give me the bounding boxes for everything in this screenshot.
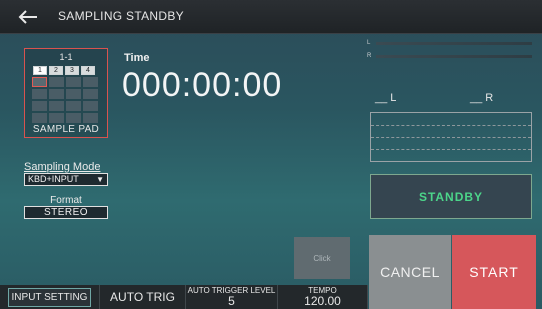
time-display: 000:00:00	[122, 66, 283, 104]
tempo-control[interactable]: TEMPO 120.00	[278, 285, 368, 309]
pad-cell[interactable]	[66, 101, 81, 111]
bottom-bar: INPUT SETTING AUTO TRIG AUTO TRIGGER LEV…	[0, 285, 368, 309]
level-line	[371, 125, 531, 126]
format-label: Format	[50, 195, 82, 206]
sample-pad-selector[interactable]: 1-1 1 2 3 4 SAMPLE PAD	[24, 48, 108, 138]
pad-cell[interactable]	[32, 89, 47, 99]
pad-bank-tabs: 1 2 3 4	[33, 66, 95, 75]
pad-cell[interactable]	[83, 113, 98, 123]
meter-bar-r	[376, 55, 532, 58]
back-arrow-icon	[18, 10, 37, 24]
auto-trigger-level-control[interactable]: AUTO TRIGGER LEVEL 5	[186, 285, 278, 309]
pad-tab-1[interactable]: 1	[33, 66, 47, 75]
sampling-mode-select[interactable]: KBD+INPUT ▼	[24, 173, 108, 186]
auto-trig-button[interactable]: AUTO TRIG	[100, 285, 186, 309]
standby-status: STANDBY	[370, 174, 532, 219]
pad-grid	[32, 77, 100, 124]
sampling-mode-value: KBD+INPUT	[28, 174, 79, 184]
pad-tab-2[interactable]: 2	[49, 66, 63, 75]
pad-cell[interactable]	[49, 89, 64, 99]
pad-cell[interactable]	[83, 77, 98, 87]
page-title: SAMPLING STANDBY	[58, 9, 184, 23]
level-display	[370, 112, 532, 162]
pad-cell-selected[interactable]	[32, 77, 47, 87]
click-button[interactable]: Click	[294, 237, 350, 279]
sampling-mode-label: Sampling Mode	[24, 161, 101, 173]
back-button[interactable]	[10, 4, 46, 30]
pad-cell[interactable]	[83, 101, 98, 111]
pad-cell[interactable]	[83, 89, 98, 99]
sample-pad-label: SAMPLE PAD	[32, 124, 100, 135]
top-bar: SAMPLING STANDBY	[0, 0, 542, 34]
meter-channel-l: L	[367, 40, 371, 46]
pad-cell[interactable]	[66, 113, 81, 123]
meter-bar-l	[376, 42, 532, 45]
pad-cell[interactable]	[66, 77, 81, 87]
tempo-value: 120.00	[304, 294, 341, 308]
pad-cell[interactable]	[66, 89, 81, 99]
input-setting-button[interactable]: INPUT SETTING	[0, 285, 100, 309]
format-select[interactable]: STEREO	[24, 206, 108, 219]
start-button[interactable]: START	[452, 235, 536, 309]
pad-cell[interactable]	[32, 113, 47, 123]
input-setting-label: INPUT SETTING	[7, 287, 92, 307]
level-line	[371, 137, 531, 138]
pad-bank-label: 1-1	[59, 52, 73, 62]
level-line	[371, 149, 531, 150]
time-label: Time	[124, 52, 150, 64]
pad-cell[interactable]	[49, 77, 64, 87]
cancel-button[interactable]: CANCEL	[369, 235, 451, 309]
right-level-label: __ R	[470, 92, 494, 104]
pad-tab-3[interactable]: 3	[65, 66, 79, 75]
dropdown-arrow-icon: ▼	[96, 175, 104, 184]
meter-channel-r: R	[367, 53, 372, 59]
left-level-label: __ L	[375, 92, 397, 104]
pad-cell[interactable]	[49, 113, 64, 123]
pad-cell[interactable]	[32, 101, 47, 111]
auto-trigger-level-value: 5	[228, 294, 235, 308]
sampling-standby-screen: SAMPLING STANDBY 1-1 1 2 3 4 SAMPLE PAD …	[0, 0, 542, 309]
pad-tab-4[interactable]: 4	[81, 66, 95, 75]
pad-cell[interactable]	[49, 101, 64, 111]
